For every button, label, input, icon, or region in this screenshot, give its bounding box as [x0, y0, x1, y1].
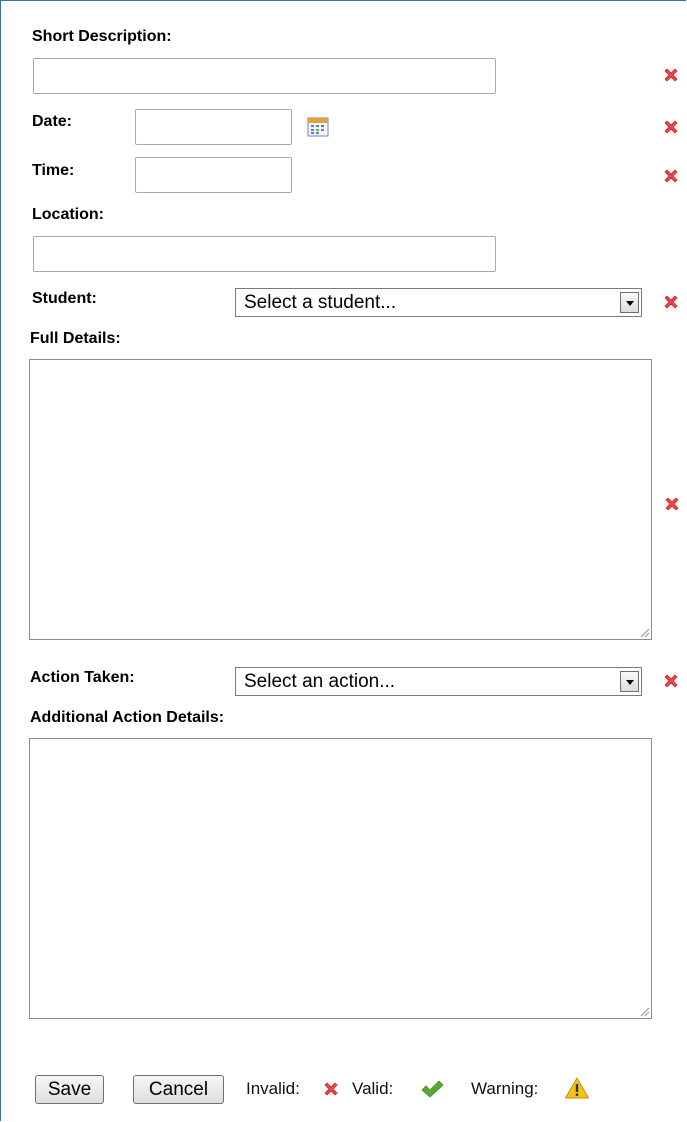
chevron-down-icon[interactable] — [620, 671, 639, 692]
invalid-x-icon — [322, 1080, 340, 1098]
full-details-label: Full Details: — [30, 330, 121, 347]
additional-action-details-textarea[interactable] — [29, 738, 652, 1019]
location-label: Location: — [32, 206, 104, 223]
incident-form: Short Description: Date: Time: Location:… — [0, 0, 686, 1121]
legend-invalid-label: Invalid: — [246, 1079, 300, 1098]
action-select-value: Select an action... — [244, 671, 396, 692]
legend-valid-label: Valid: — [352, 1079, 394, 1098]
invalid-x-icon — [662, 293, 680, 311]
student-select-value: Select a student... — [244, 292, 397, 313]
chevron-down-icon[interactable] — [620, 292, 639, 313]
additional-action-details-label: Additional Action Details: — [30, 709, 225, 726]
student-label: Student: — [32, 290, 97, 307]
short-description-input[interactable] — [33, 58, 496, 94]
cancel-button[interactable]: Cancel — [133, 1075, 224, 1104]
resize-grip-icon[interactable] — [638, 626, 650, 638]
date-input[interactable] — [135, 109, 292, 145]
action-select[interactable]: Select an action... — [235, 667, 642, 696]
green-check-icon — [421, 1080, 444, 1098]
invalid-x-icon — [663, 495, 681, 513]
time-label: Time: — [32, 162, 75, 179]
full-details-textarea[interactable] — [29, 359, 652, 640]
calendar-icon[interactable] — [307, 117, 329, 137]
resize-grip-icon[interactable] — [638, 1005, 650, 1017]
location-input[interactable] — [33, 236, 496, 272]
invalid-x-icon — [662, 66, 680, 84]
invalid-x-icon — [662, 672, 680, 690]
legend-warning-label: Warning: — [471, 1079, 539, 1098]
short-description-label: Short Description: — [32, 28, 172, 45]
time-input[interactable] — [135, 157, 292, 193]
invalid-x-icon — [662, 167, 680, 185]
invalid-x-icon — [662, 118, 680, 136]
save-button[interactable]: Save — [35, 1075, 104, 1104]
warning-triangle-icon — [565, 1077, 589, 1099]
date-label: Date: — [32, 113, 73, 130]
student-select[interactable]: Select a student... — [235, 288, 642, 317]
action-taken-label: Action Taken: — [30, 669, 135, 686]
